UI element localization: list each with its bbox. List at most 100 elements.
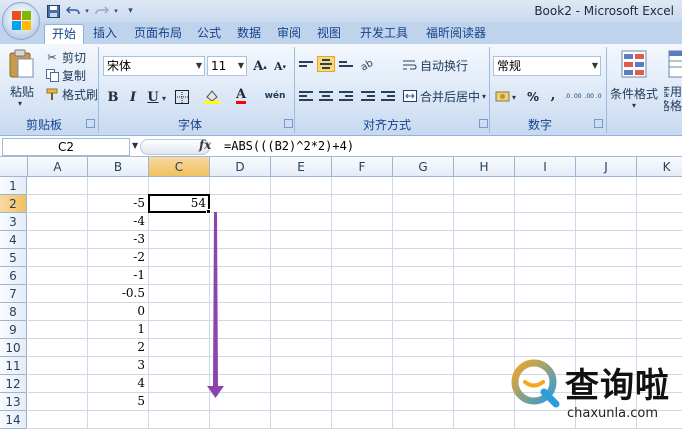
cell-g10[interactable] [393, 339, 454, 357]
cell-h6[interactable] [454, 267, 515, 285]
accounting-dropdown-icon[interactable]: ▾ [510, 89, 518, 105]
font-name-select[interactable]: 宋体 ▼ [103, 56, 205, 76]
cell-h10[interactable] [454, 339, 515, 357]
wrap-text-button[interactable]: 自动换行 [402, 56, 468, 74]
cell-a9[interactable] [28, 321, 88, 339]
decrease-decimal-icon[interactable]: .00 .0 [584, 89, 602, 105]
select-all-corner[interactable] [0, 157, 28, 177]
cell-i2[interactable] [515, 195, 576, 213]
cell-g9[interactable] [393, 321, 454, 339]
tab-formulas[interactable]: 公式 [192, 24, 226, 44]
cell-j2[interactable] [576, 195, 637, 213]
row-header-5[interactable]: 5 [0, 249, 27, 267]
cell-h9[interactable] [454, 321, 515, 339]
column-header-j[interactable]: J [576, 157, 637, 177]
cell-a4[interactable] [28, 231, 88, 249]
row-header-3[interactable]: 3 [0, 213, 27, 231]
cell-i4[interactable] [515, 231, 576, 249]
cell-e6[interactable] [271, 267, 332, 285]
cell-k8[interactable] [637, 303, 682, 321]
number-launcher-icon[interactable] [594, 119, 603, 128]
tab-view[interactable]: 视图 [312, 24, 346, 44]
cell-a14[interactable] [28, 411, 88, 429]
column-header-g[interactable]: G [393, 157, 454, 177]
undo-dropdown-icon[interactable]: ▾ [84, 4, 90, 19]
cell-j9[interactable] [576, 321, 637, 339]
cell-a6[interactable] [28, 267, 88, 285]
column-header-h[interactable]: H [454, 157, 515, 177]
row-header-7[interactable]: 7 [0, 285, 27, 303]
column-header-e[interactable]: E [271, 157, 332, 177]
row-header-11[interactable]: 11 [0, 357, 27, 375]
row-header-14[interactable]: 14 [0, 411, 27, 429]
orientation-icon[interactable]: ab [359, 56, 375, 72]
cell-f6[interactable] [332, 267, 393, 285]
cell-b14[interactable] [88, 411, 149, 429]
decrease-indent-button[interactable] [359, 88, 377, 104]
align-right-button[interactable] [337, 88, 355, 104]
cell-f1[interactable] [332, 177, 393, 195]
tab-review[interactable]: 审阅 [272, 24, 306, 44]
cell-b1[interactable] [88, 177, 149, 195]
font-size-select[interactable]: 11 ▼ [207, 56, 247, 76]
cell-i1[interactable] [515, 177, 576, 195]
cell-k9[interactable] [637, 321, 682, 339]
cell-g7[interactable] [393, 285, 454, 303]
row-header-1[interactable]: 1 [0, 177, 27, 195]
cell-a7[interactable] [28, 285, 88, 303]
undo-icon[interactable] [65, 4, 80, 19]
cell-c14[interactable] [149, 411, 210, 429]
cell-g5[interactable] [393, 249, 454, 267]
cell-k5[interactable] [637, 249, 682, 267]
cell-k1[interactable] [637, 177, 682, 195]
cell-f3[interactable] [332, 213, 393, 231]
cell-f7[interactable] [332, 285, 393, 303]
comma-button[interactable]: , [544, 86, 562, 104]
column-header-b[interactable]: B [88, 157, 149, 177]
cell-j5[interactable] [576, 249, 637, 267]
grow-font-button[interactable]: A ▴ [251, 57, 269, 75]
row-header-13[interactable]: 13 [0, 393, 27, 411]
increase-decimal-icon[interactable]: .0 .00 [564, 89, 582, 105]
cell-k3[interactable] [637, 213, 682, 231]
cell-j10[interactable] [576, 339, 637, 357]
cell-g12[interactable] [393, 375, 454, 393]
cell-g2[interactable] [393, 195, 454, 213]
cell-k10[interactable] [637, 339, 682, 357]
cell-b9[interactable]: 1 [88, 321, 149, 339]
cell-g4[interactable] [393, 231, 454, 249]
cell-e11[interactable] [271, 357, 332, 375]
cell-f9[interactable] [332, 321, 393, 339]
cell-h3[interactable] [454, 213, 515, 231]
align-bottom-button[interactable] [337, 56, 355, 72]
clipboard-launcher-icon[interactable] [86, 119, 95, 128]
cell-g6[interactable] [393, 267, 454, 285]
italic-button[interactable]: I [124, 88, 142, 106]
cell-b7[interactable]: -0.5 [88, 285, 149, 303]
tab-home[interactable]: 开始 [44, 24, 84, 44]
cell-h4[interactable] [454, 231, 515, 249]
cell-b12[interactable]: 4 [88, 375, 149, 393]
cell-e9[interactable] [271, 321, 332, 339]
cell-h5[interactable] [454, 249, 515, 267]
increase-indent-button[interactable] [379, 88, 397, 104]
cell-f10[interactable] [332, 339, 393, 357]
borders-icon[interactable] [174, 89, 190, 105]
cell-e2[interactable] [271, 195, 332, 213]
column-header-c[interactable]: C [149, 157, 210, 177]
cell-i6[interactable] [515, 267, 576, 285]
cell-b8[interactable]: 0 [88, 303, 149, 321]
cell-d14[interactable] [210, 411, 271, 429]
paste-button[interactable]: 粘贴 ▾ [4, 47, 38, 111]
alignment-launcher-icon[interactable] [479, 119, 488, 128]
cell-e13[interactable] [271, 393, 332, 411]
cell-e10[interactable] [271, 339, 332, 357]
cell-h2[interactable] [454, 195, 515, 213]
cell-i9[interactable] [515, 321, 576, 339]
cell-h1[interactable] [454, 177, 515, 195]
cell-e7[interactable] [271, 285, 332, 303]
cell-j4[interactable] [576, 231, 637, 249]
cell-b10[interactable]: 2 [88, 339, 149, 357]
bold-button[interactable]: B [104, 88, 122, 106]
cell-d1[interactable] [210, 177, 271, 195]
